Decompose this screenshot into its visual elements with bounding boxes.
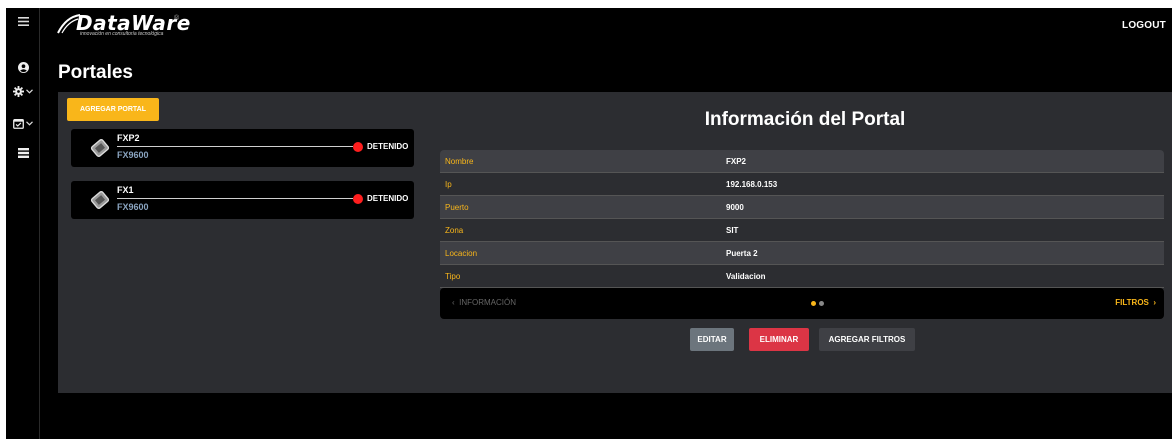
portal-name: FXP2 <box>117 133 140 143</box>
menu-icon <box>17 16 29 26</box>
portal-status: DETENIDO <box>367 142 409 151</box>
pager-dots <box>811 301 824 306</box>
calendar-check-icon <box>13 118 24 129</box>
chevron-right-icon: › <box>1153 298 1156 307</box>
table-row: Locacion Puerta 2 <box>440 242 1164 265</box>
registered-mark: ® <box>174 15 180 22</box>
rfid-reader-icon <box>90 139 110 157</box>
logout-button[interactable]: LOGOUT <box>1122 20 1166 31</box>
gear-icon <box>13 85 24 97</box>
info-label: Locacion <box>445 248 478 258</box>
info-label: Tipo <box>445 271 461 281</box>
table-row: Puerto 9000 <box>440 196 1164 219</box>
logo-tagline: innovación en consultoría tecnológica <box>80 31 164 37</box>
portal-model: FX9600 <box>117 150 149 160</box>
dataware-logo[interactable]: DataWare ® innovación en consultoría tec… <box>56 11 206 41</box>
sidebar-item-settings[interactable] <box>6 80 40 102</box>
sidebar <box>6 8 40 439</box>
pager-dot-active[interactable] <box>811 301 816 306</box>
menu-toggle-button[interactable] <box>6 10 40 32</box>
portal-divider <box>117 146 353 147</box>
pager-prev-button[interactable]: ‹ INFORMACIÓN <box>452 298 516 307</box>
chevron-down-icon <box>26 120 33 126</box>
status-stopped-icon <box>353 142 363 152</box>
chevron-down-icon <box>26 88 33 94</box>
page-title: Portales <box>58 62 133 83</box>
info-value: FXP2 <box>726 156 747 166</box>
pager-dot[interactable] <box>819 301 824 306</box>
list-icon <box>17 148 29 158</box>
user-circle-icon <box>17 61 29 73</box>
pager-next-label: FILTROS <box>1115 298 1149 307</box>
portal-model: FX9600 <box>117 202 149 212</box>
sidebar-item-profile[interactable] <box>6 56 40 78</box>
portal-status: DETENIDO <box>367 194 409 203</box>
add-portal-button[interactable]: AGREGAR PORTAL <box>67 98 159 121</box>
table-row: Ip 192.168.0.153 <box>440 173 1164 196</box>
info-value: Puerta 2 <box>726 248 758 258</box>
table-row: Nombre FXP2 <box>440 150 1164 173</box>
portal-name: FX1 <box>117 185 134 195</box>
table-row: Zona SIT <box>440 219 1164 242</box>
info-label: Ip <box>445 179 452 189</box>
info-label: Puerto <box>445 202 469 212</box>
carousel-pager: ‹ INFORMACIÓN FILTROS › <box>440 288 1164 319</box>
edit-button[interactable]: EDITAR <box>690 328 734 351</box>
portal-divider <box>117 198 353 199</box>
add-filters-button[interactable]: AGREGAR FILTROS <box>819 328 915 351</box>
app-frame: DataWare ® innovación en consultoría tec… <box>6 8 1172 439</box>
portals-panel: AGREGAR PORTAL FXP2 FX9600 DETENIDO FX1 … <box>58 92 1172 393</box>
portal-card[interactable]: FXP2 FX9600 DETENIDO <box>71 129 414 167</box>
portal-info-table: Nombre FXP2 Ip 192.168.0.153 Puerto 9000… <box>440 150 1164 288</box>
info-value: Validacion <box>726 271 766 281</box>
status-stopped-icon <box>353 194 363 204</box>
rfid-reader-icon <box>90 191 110 209</box>
table-row: Tipo Validacion <box>440 265 1164 288</box>
pager-next-button[interactable]: FILTROS › <box>1115 298 1156 307</box>
info-value: 9000 <box>726 202 744 212</box>
chevron-left-icon: ‹ <box>452 298 455 307</box>
sidebar-item-calendar[interactable] <box>6 112 40 134</box>
info-value: 192.168.0.153 <box>726 179 778 189</box>
info-label: Nombre <box>445 156 474 166</box>
portal-info-title: Información del Portal <box>704 109 906 130</box>
portal-card[interactable]: FX1 FX9600 DETENIDO <box>71 181 414 219</box>
info-value: SIT <box>726 225 739 235</box>
delete-button[interactable]: ELIMINAR <box>749 328 809 351</box>
top-bar: DataWare ® innovación en consultoría tec… <box>40 8 1172 46</box>
info-label: Zona <box>445 225 464 235</box>
sidebar-item-list[interactable] <box>6 142 40 164</box>
pager-prev-label: INFORMACIÓN <box>459 298 517 307</box>
